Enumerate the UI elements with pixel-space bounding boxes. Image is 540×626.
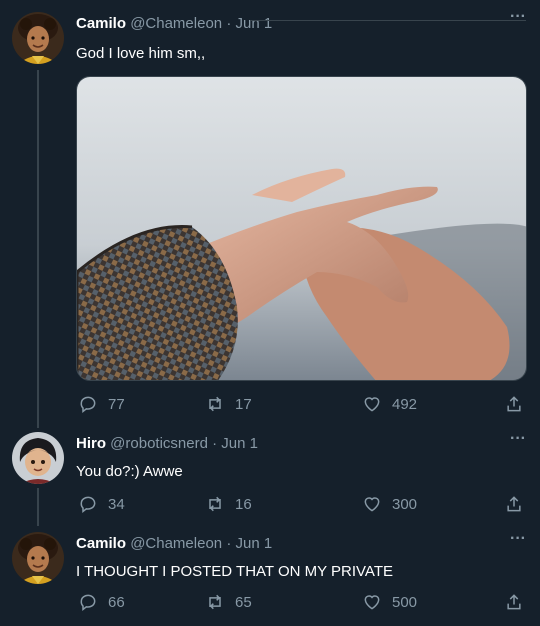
like-button[interactable]: 492 bbox=[362, 394, 417, 414]
more-icon[interactable]: ··· bbox=[510, 530, 526, 548]
tweet-header: Camilo @Chameleon · Jun 1 bbox=[76, 15, 272, 32]
retweet-count: 17 bbox=[235, 395, 252, 413]
avatar-camilo-image bbox=[12, 12, 64, 64]
tweet-text: You do?:) Awwe bbox=[76, 463, 183, 480]
display-name[interactable]: Camilo bbox=[76, 15, 126, 32]
retweet-button[interactable]: 16 bbox=[205, 494, 252, 514]
separator-dot: · bbox=[226, 15, 232, 32]
reply-count: 34 bbox=[108, 495, 125, 513]
tweet-header: Camilo @Chameleon · Jun 1 bbox=[76, 535, 272, 552]
thread-line bbox=[37, 488, 39, 526]
display-name[interactable]: Camilo bbox=[76, 535, 126, 552]
tweet-photo[interactable] bbox=[76, 76, 527, 381]
thread-line bbox=[37, 70, 39, 428]
retweet-icon bbox=[209, 496, 221, 512]
like-count: 500 bbox=[392, 593, 418, 611]
tweet-date[interactable]: Jun 1 bbox=[235, 15, 272, 32]
retweet-count: 65 bbox=[235, 593, 252, 611]
like-count: 492 bbox=[392, 395, 418, 413]
hands-photo bbox=[77, 77, 526, 380]
reply-icon bbox=[80, 396, 96, 414]
share-button[interactable] bbox=[504, 494, 524, 514]
display-name[interactable]: Hiro bbox=[76, 435, 106, 452]
share-icon bbox=[507, 594, 521, 610]
tweet-text: I THOUGHT I POSTED THAT ON MY PRIVATE bbox=[76, 563, 393, 580]
tweet-2[interactable]: Hiro @roboticsnerd · Jun 1 ··· You do?:)… bbox=[0, 428, 540, 526]
retweet-button[interactable]: 17 bbox=[205, 394, 252, 414]
avatar-hiro-image bbox=[12, 432, 64, 484]
reply-count: 66 bbox=[108, 593, 125, 611]
reply-count: 77 bbox=[108, 395, 125, 413]
reply-icon bbox=[80, 496, 96, 514]
retweet-count: 16 bbox=[235, 495, 252, 513]
reply-button[interactable]: 34 bbox=[78, 494, 125, 514]
tweet-actions: 34 16 300 bbox=[76, 494, 528, 518]
separator-dot: · bbox=[226, 535, 232, 552]
retweet-button[interactable]: 65 bbox=[205, 592, 252, 612]
user-handle[interactable]: @Chameleon bbox=[130, 15, 222, 32]
share-icon bbox=[507, 496, 521, 512]
reply-button[interactable]: 66 bbox=[78, 592, 125, 612]
tweet-text: God I love him sm,, bbox=[76, 45, 206, 62]
tweet-date[interactable]: Jun 1 bbox=[235, 535, 272, 552]
tweet-1[interactable]: Camilo @Chameleon · Jun 1 ··· God I love… bbox=[0, 0, 540, 428]
like-button[interactable]: 500 bbox=[362, 592, 417, 612]
retweet-icon bbox=[209, 396, 221, 412]
heart-icon bbox=[364, 497, 380, 512]
avatar-camilo[interactable] bbox=[12, 532, 64, 584]
reply-icon bbox=[80, 594, 96, 612]
tweet-header: Hiro @roboticsnerd · Jun 1 bbox=[76, 435, 258, 452]
retweet-icon bbox=[209, 594, 221, 610]
user-handle[interactable]: @Chameleon bbox=[130, 535, 222, 552]
share-icon bbox=[507, 396, 521, 412]
avatar-hiro[interactable] bbox=[12, 432, 64, 484]
share-button[interactable] bbox=[504, 592, 524, 612]
heart-icon bbox=[364, 397, 380, 412]
like-button[interactable]: 300 bbox=[362, 494, 417, 514]
avatar-camilo[interactable] bbox=[12, 12, 64, 64]
tweet-actions: 77 17 492 bbox=[76, 394, 528, 418]
separator-dot: · bbox=[212, 435, 218, 452]
more-icon[interactable]: ··· bbox=[510, 430, 526, 448]
like-count: 300 bbox=[392, 495, 418, 513]
more-icon[interactable]: ··· bbox=[510, 8, 526, 26]
avatar-camilo-image bbox=[12, 532, 64, 584]
tweet-date[interactable]: Jun 1 bbox=[221, 435, 258, 452]
tweet-actions: 66 65 500 bbox=[76, 592, 528, 616]
share-button[interactable] bbox=[504, 394, 524, 414]
heart-icon bbox=[364, 595, 380, 610]
reply-button[interactable]: 77 bbox=[78, 394, 125, 414]
tweet-3[interactable]: Camilo @Chameleon · Jun 1 ··· I THOUGHT … bbox=[0, 526, 540, 626]
header-divider bbox=[250, 20, 526, 21]
user-handle[interactable]: @roboticsnerd bbox=[110, 435, 208, 452]
